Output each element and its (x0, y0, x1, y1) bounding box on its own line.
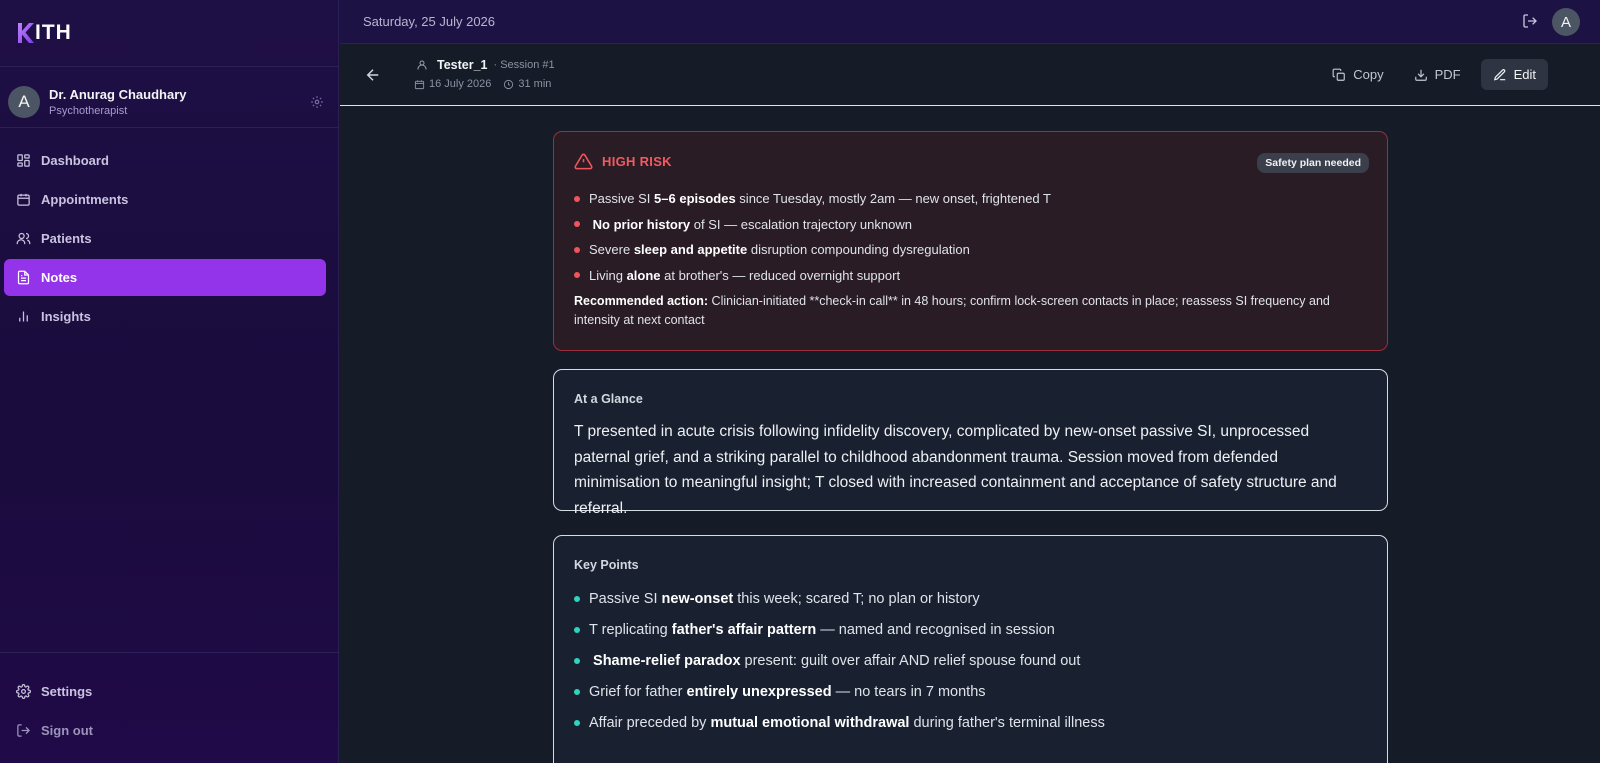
session-duration: 31 min (518, 78, 552, 90)
copy-button[interactable]: Copy (1320, 59, 1395, 90)
clock-icon (504, 79, 514, 89)
copy-label: Copy (1353, 67, 1384, 82)
edit-button[interactable]: Edit (1480, 59, 1548, 90)
patient-name[interactable]: Tester_1 (437, 58, 488, 72)
key-points-list: Passive SI new-onset this week; scared T… (574, 583, 1105, 738)
risk-alert-card: HIGH RISK Safety plan needed Passive SI … (553, 131, 1388, 351)
gear-icon (16, 684, 31, 699)
patient-line: Tester_1 · Session #1 (416, 58, 555, 72)
session-meta: 16 July 2026 31 min (414, 78, 551, 90)
app-logo[interactable]: ITH (16, 20, 72, 46)
note-header: Tester_1 · Session #1 16 July 2026 31 mi… (340, 44, 1600, 106)
bullet-dot (574, 626, 580, 633)
divider (0, 127, 339, 128)
dashboard-icon (17, 154, 30, 167)
risk-list: Passive SI 5–6 episodes since Tuesday, m… (574, 186, 1051, 288)
edit-label: Edit (1513, 67, 1536, 82)
sidebar-item-notes[interactable]: Notes (4, 259, 326, 296)
session-date: 16 July 2026 (429, 78, 492, 90)
current-date: Saturday, 25 July 2026 (363, 14, 496, 29)
sidebar-nav: Dashboard Appointments Patients Notes In… (4, 142, 326, 337)
logout-icon (17, 724, 31, 737)
user-icon (417, 60, 427, 70)
section-title: At a Glance (574, 392, 643, 406)
user-role: Psychotherapist (49, 105, 128, 117)
user-profile[interactable]: A Dr. Anurag Chaudhary Psychotherapist (8, 84, 324, 120)
bullet-dot (574, 657, 580, 664)
user-name: Dr. Anurag Chaudhary (49, 87, 187, 102)
sidebar-item-label: Settings (41, 684, 93, 699)
bullet-dot (574, 719, 580, 726)
sidebar-item-label: Appointments (41, 192, 129, 207)
note-content[interactable]: HIGH RISK Safety plan needed Passive SI … (340, 107, 1600, 763)
list-item: T replicating father's affair pattern — … (574, 614, 1105, 645)
bullet-dot (574, 272, 580, 279)
logo-k-icon (18, 23, 34, 43)
sidebar: ITH A Dr. Anurag Chaudhary Psychotherapi… (0, 0, 339, 763)
bullet-dot (574, 246, 580, 253)
logout-icon[interactable] (1522, 13, 1538, 29)
divider (0, 66, 339, 67)
divider (0, 652, 339, 653)
recommended-action: Recommended action: Clinician-initiated … (574, 294, 1330, 327)
download-icon (1414, 69, 1427, 81)
sidebar-bottom-nav: Settings Sign out (4, 673, 326, 751)
copy-icon (1332, 68, 1346, 81)
note-actions: Copy PDF Edit (1314, 59, 1548, 90)
pencil-icon (1493, 68, 1505, 80)
profile-settings-icon[interactable] (310, 95, 324, 109)
warning-icon (574, 153, 593, 170)
list-item: Living alone at brother's — reduced over… (574, 263, 1051, 289)
list-item: Severe sleep and appetite disruption com… (574, 237, 1051, 263)
avatar: A (8, 86, 40, 118)
session-number: · Session #1 (493, 59, 555, 71)
section-title: Key Points (574, 558, 639, 572)
sidebar-item-appointments[interactable]: Appointments (4, 181, 326, 218)
sidebar-item-label: Dashboard (41, 153, 109, 168)
avatar[interactable]: A (1552, 8, 1580, 36)
calendar-icon (414, 79, 425, 89)
top-bar: Saturday, 25 July 2026 A (340, 0, 1600, 44)
key-points-card: Key Points Passive SI new-onset this wee… (553, 535, 1388, 763)
sidebar-item-label: Insights (41, 309, 91, 324)
list-item: Shame-relief paradox present: guilt over… (574, 645, 1105, 676)
status-badge: Safety plan needed (1257, 153, 1369, 173)
note-icon (17, 270, 30, 285)
at-a-glance-card: At a Glance T presented in acute crisis … (553, 369, 1388, 517)
sidebar-item-settings[interactable]: Settings (4, 673, 326, 710)
bullet-dot (574, 195, 580, 202)
bar-chart-icon (19, 311, 28, 322)
list-item: Grief for father entirely unexpressed — … (574, 676, 1105, 707)
sidebar-item-patients[interactable]: Patients (4, 220, 326, 257)
back-arrow-icon[interactable] (364, 66, 382, 84)
bullet-dot (574, 595, 580, 602)
sidebar-item-label: Notes (41, 270, 78, 285)
sidebar-item-label: Patients (41, 231, 92, 246)
sidebar-item-sign-out[interactable]: Sign out (4, 712, 326, 749)
users-icon (16, 232, 31, 245)
pdf-button[interactable]: PDF (1402, 59, 1473, 90)
risk-level: HIGH RISK (602, 154, 672, 169)
bullet-dot (574, 221, 580, 228)
logo-text: ITH (35, 21, 72, 44)
sidebar-item-label: Sign out (41, 723, 93, 738)
sidebar-item-insights[interactable]: Insights (4, 298, 326, 335)
bullet-dot (574, 688, 580, 695)
sidebar-item-dashboard[interactable]: Dashboard (4, 142, 326, 179)
calendar-icon (17, 193, 30, 206)
list-item: No prior history of SI — escalation traj… (574, 212, 1051, 238)
pdf-label: PDF (1434, 67, 1461, 82)
list-item: Passive SI new-onset this week; scared T… (574, 583, 1105, 614)
list-item: Passive SI 5–6 episodes since Tuesday, m… (574, 186, 1051, 212)
list-item: Affair preceded by mutual emotional with… (574, 707, 1105, 738)
glance-summary: T presented in acute crisis following in… (574, 423, 1337, 517)
